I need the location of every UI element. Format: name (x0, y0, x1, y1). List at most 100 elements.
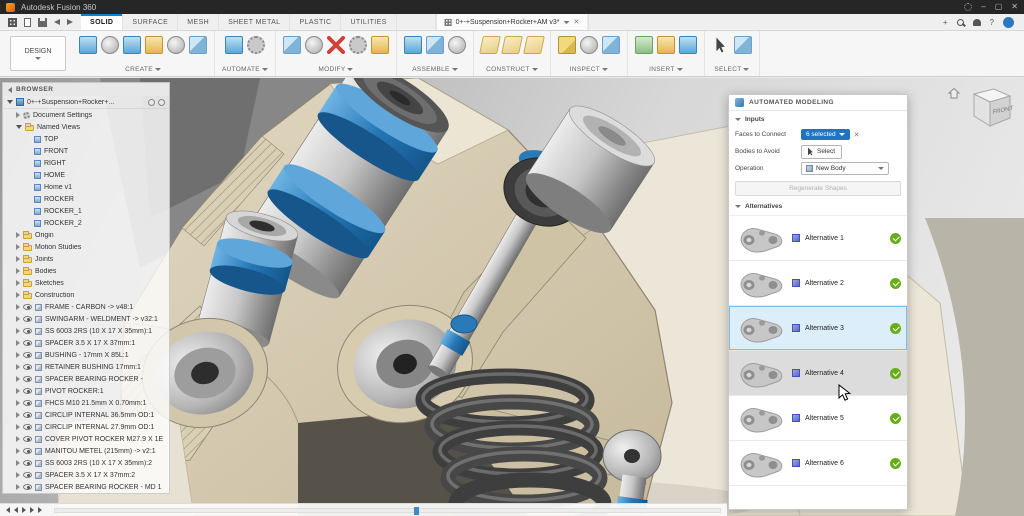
expander-icon[interactable] (16, 484, 20, 490)
group-label-modify[interactable]: MODIFY (318, 66, 345, 73)
ribbon-tab[interactable]: SURFACE (123, 14, 178, 30)
alternative-row[interactable]: Alternative 1 (729, 216, 907, 261)
view-cube[interactable]: FRONT (944, 84, 1014, 142)
ribbon-tab[interactable]: MESH (178, 14, 219, 30)
search-icon[interactable] (957, 19, 964, 26)
group-label-inspect[interactable]: INSPECT (570, 66, 600, 73)
expander-icon[interactable] (16, 280, 20, 286)
operation-dropdown[interactable]: New Body (801, 162, 889, 175)
expander-icon[interactable] (16, 328, 20, 334)
close-document-icon[interactable]: ✕ (574, 18, 580, 26)
browser-root-item[interactable]: 0+-+Suspension+Rocker+... (3, 96, 169, 109)
browser-tree-item[interactable]: MANITOU METEL (215mm) -> v2:1 (3, 445, 169, 457)
visibility-eye-icon[interactable] (23, 412, 32, 418)
browser-tree-item[interactable]: SS 6003 2RS (10 X 17 X 35mm):2 (3, 457, 169, 469)
browser-tree-item[interactable]: COVER PIVOT ROCKER M27.9 X 1E (3, 433, 169, 445)
rigid-group-icon[interactable] (448, 36, 466, 54)
expander-icon[interactable] (16, 112, 20, 118)
group-label-select[interactable]: SELECT (714, 66, 741, 73)
browser-tree-item[interactable]: SPACER 3.5 X 17 X 37mm:2 (3, 469, 169, 481)
preferences-gear-icon[interactable] (964, 3, 972, 11)
expander-icon[interactable] (16, 364, 20, 370)
alternative-row[interactable]: Alternative 6 (729, 441, 907, 486)
selection-filter-icon[interactable] (734, 36, 752, 54)
timeline-play-button[interactable] (22, 507, 26, 513)
expander-icon[interactable] (16, 436, 20, 442)
alternatives-section-header[interactable]: Alternatives (729, 198, 907, 213)
alternative-row[interactable]: Alternative 5 (729, 396, 907, 441)
ribbon-tab[interactable]: SOLID (81, 14, 123, 30)
insert-svg-icon[interactable] (657, 36, 675, 54)
browser-tree-item[interactable]: TOP (3, 133, 169, 145)
expander-icon[interactable] (16, 352, 20, 358)
group-label-assemble[interactable]: ASSEMBLE (412, 66, 449, 73)
revolve-icon[interactable] (123, 36, 141, 54)
expander-icon[interactable] (16, 340, 20, 346)
browser-tree-item[interactable]: Home v1 (3, 181, 169, 193)
sketch-icon[interactable] (145, 36, 163, 54)
collapse-browser-icon[interactable] (8, 87, 12, 93)
expander-icon[interactable] (16, 316, 20, 322)
expander-icon[interactable] (16, 125, 22, 129)
display-settings-icon[interactable] (148, 99, 155, 106)
bodies-select-button[interactable]: Select (801, 145, 842, 159)
undo-icon[interactable] (54, 19, 60, 25)
visibility-eye-icon[interactable] (23, 340, 32, 346)
plane-at-angle-icon[interactable] (501, 36, 523, 54)
expander-icon[interactable] (16, 292, 20, 298)
document-caret-down-icon[interactable] (564, 21, 570, 24)
configure-icon[interactable] (247, 36, 265, 54)
group-label-insert[interactable]: INSERT (649, 66, 675, 73)
fillet-icon[interactable] (305, 36, 323, 54)
joint-icon[interactable] (426, 36, 444, 54)
expander-icon[interactable] (16, 460, 20, 466)
browser-tree-item[interactable]: SPACER BEARING ROCKER - MD 1 (3, 481, 169, 493)
visibility-eye-icon[interactable] (23, 400, 32, 406)
browser-tree-item[interactable]: PIVOT ROCKER:1 (3, 385, 169, 397)
minimize-button[interactable]: – (981, 0, 985, 14)
browser-header[interactable]: BROWSER (3, 83, 169, 96)
expander-icon[interactable] (16, 412, 20, 418)
browser-tree-item[interactable]: SS 6003 2RS (10 X 17 X 35mm):1 (3, 325, 169, 337)
hole-icon[interactable] (167, 36, 185, 54)
browser-tree-item[interactable]: SPACER BEARING ROCKER - (3, 373, 169, 385)
expander-icon[interactable] (16, 268, 20, 274)
visibility-eye-icon[interactable] (23, 484, 32, 490)
browser-tree-item[interactable]: Joints (3, 253, 169, 265)
expander-icon[interactable] (16, 232, 20, 238)
insert-mesh-icon[interactable] (635, 36, 653, 54)
visibility-eye-icon[interactable] (23, 388, 32, 394)
visibility-eye-icon[interactable] (23, 328, 32, 334)
timeline-track[interactable] (54, 508, 721, 513)
browser-tree-item[interactable]: ROCKER_2 (3, 217, 169, 229)
expander-icon[interactable] (16, 472, 20, 478)
expander-icon[interactable] (16, 400, 20, 406)
browser-tree-item[interactable]: CIRCLIP INTERNAL 36.5mm OD:1 (3, 409, 169, 421)
visibility-eye-icon[interactable] (23, 424, 32, 430)
pattern-icon[interactable] (189, 36, 207, 54)
expander-icon[interactable] (16, 256, 20, 262)
inputs-section-header[interactable]: Inputs (729, 111, 907, 126)
help-icon[interactable]: ? (990, 18, 994, 27)
browser-tree-item[interactable]: FRAME - CARBON -> v48:1 (3, 301, 169, 313)
browser-tree-item[interactable]: RIGHT (3, 157, 169, 169)
interference-icon[interactable] (580, 36, 598, 54)
group-label-construct[interactable]: CONSTRUCT (486, 66, 530, 73)
section-analysis-icon[interactable] (602, 36, 620, 54)
browser-tree-item[interactable]: FRONT (3, 145, 169, 157)
browser-tree-item[interactable]: Bodies (3, 265, 169, 277)
browser-tree-item[interactable]: ROCKER (3, 193, 169, 205)
insert-derive-icon[interactable] (679, 36, 697, 54)
change-parameters-icon[interactable] (349, 36, 367, 54)
expander-icon[interactable] (16, 244, 20, 250)
browser-tree-item[interactable]: Construction (3, 289, 169, 301)
data-panel-icon[interactable] (8, 18, 17, 27)
document-tab[interactable]: 0+-+Suspension+Rocker+AM v3* ✕ (436, 14, 589, 31)
document-gear-icon[interactable] (158, 99, 165, 106)
measure-icon[interactable] (558, 36, 576, 54)
timeline-step-back-button[interactable] (14, 507, 18, 513)
delete-icon[interactable] (327, 36, 345, 54)
visibility-eye-icon[interactable] (23, 448, 32, 454)
visibility-eye-icon[interactable] (23, 436, 32, 442)
timeline-skip-start-button[interactable] (6, 507, 10, 513)
